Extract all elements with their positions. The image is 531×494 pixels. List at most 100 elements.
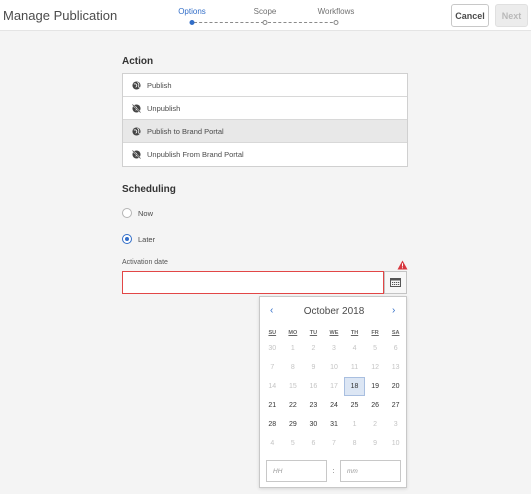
weekday-label: FR bbox=[371, 329, 379, 336]
calendar-day[interactable]: 30 bbox=[303, 415, 324, 434]
calendar-day[interactable]: 21 bbox=[262, 396, 283, 415]
activation-date-label: Activation date bbox=[122, 259, 168, 266]
header-bar: Manage Publication Options Scope Workflo… bbox=[0, 0, 531, 31]
calendar-month-title: October 2018 bbox=[303, 306, 365, 317]
calendar-day: 9 bbox=[311, 364, 316, 371]
calendar-day: 17 bbox=[330, 383, 338, 390]
calendar-day: 9 bbox=[373, 440, 378, 447]
hour-input[interactable]: HH bbox=[266, 460, 327, 482]
calendar-day: 2 bbox=[373, 421, 378, 428]
action-item-label: Unpublish bbox=[147, 103, 181, 113]
calendar-week-row: 14 15 16 17 18 19 20 bbox=[262, 377, 406, 396]
calendar-day: 13 bbox=[391, 364, 400, 371]
action-item-publish[interactable]: Publish bbox=[123, 74, 407, 97]
calendar-day: 4 bbox=[270, 440, 275, 447]
minute-input[interactable]: mm bbox=[340, 460, 401, 482]
globe-off-icon bbox=[132, 103, 141, 113]
time-separator: : bbox=[332, 467, 335, 475]
action-list: Publish Unpublish Publish to Brand Porta… bbox=[122, 73, 408, 167]
calendar-day: 14 bbox=[268, 383, 277, 390]
calendar-day[interactable]: 26 bbox=[365, 396, 386, 415]
calendar-day: 16 bbox=[309, 383, 318, 390]
action-item-unpublish-from-brand-portal[interactable]: Unpublish From Brand Portal bbox=[123, 143, 407, 166]
action-item-label: Publish to Brand Portal bbox=[147, 126, 224, 136]
calendar-day: 4 bbox=[352, 345, 357, 352]
next-month-button[interactable]: › bbox=[392, 305, 395, 316]
calendar-day: 1 bbox=[290, 345, 295, 352]
schedule-now-option[interactable]: Now bbox=[122, 208, 153, 218]
calendar-day[interactable]: 23 bbox=[303, 396, 324, 415]
weekday-header: SU MO TU WE TH FR SA bbox=[262, 326, 406, 339]
calendar-day: 3 bbox=[393, 421, 398, 428]
calendar-week-row: 30 1 2 3 4 5 6 bbox=[262, 339, 406, 358]
page-title: Manage Publication bbox=[3, 8, 118, 23]
calendar-day: 8 bbox=[290, 364, 295, 371]
calendar-day[interactable]: 24 bbox=[324, 396, 345, 415]
calendar-day[interactable]: 18 bbox=[344, 377, 365, 396]
calendar-day: 15 bbox=[288, 383, 297, 390]
globe-icon bbox=[132, 126, 141, 136]
weekday-label: SA bbox=[391, 329, 400, 336]
weekday-label: WE bbox=[329, 329, 339, 336]
calendar-day[interactable]: 20 bbox=[385, 377, 406, 396]
step-workflows-label[interactable]: Workflows bbox=[318, 7, 355, 16]
step-connector bbox=[194, 22, 264, 23]
calendar-day: 3 bbox=[332, 345, 336, 352]
calendar-day: 7 bbox=[332, 440, 336, 447]
weekday-label: MO bbox=[288, 329, 298, 336]
step-scope-label[interactable]: Scope bbox=[254, 7, 277, 16]
calendar-week-row: 7 8 9 10 11 12 13 bbox=[262, 358, 406, 377]
step-options-label[interactable]: Options bbox=[178, 7, 206, 16]
calendar-day: 30 bbox=[268, 345, 277, 352]
scheduling-heading: Scheduling bbox=[122, 184, 176, 195]
wizard-steps: Options Scope Workflows bbox=[178, 5, 358, 25]
step-scope-marker[interactable] bbox=[262, 20, 268, 25]
action-item-unpublish[interactable]: Unpublish bbox=[123, 97, 407, 120]
calendar-day: 12 bbox=[371, 364, 379, 371]
calendar-day: 7 bbox=[270, 364, 275, 371]
calendar-day: 8 bbox=[352, 440, 357, 447]
action-item-label: Unpublish From Brand Portal bbox=[147, 150, 244, 159]
calendar-day[interactable]: 22 bbox=[283, 396, 304, 415]
calendar-button[interactable] bbox=[384, 271, 407, 294]
calendar-day: 10 bbox=[330, 364, 338, 371]
step-workflows-marker[interactable] bbox=[333, 20, 339, 25]
schedule-later-option[interactable]: Later bbox=[122, 234, 155, 244]
calendar-day: 2 bbox=[311, 345, 316, 352]
date-picker-popover: ‹ October 2018 › SU MO TU WE TH FR SA 30 1 2 3 4 5 6… bbox=[259, 296, 407, 488]
time-inputs: HH : mm bbox=[266, 460, 402, 482]
calendar-day[interactable]: 27 bbox=[385, 396, 406, 415]
weekday-label: TU bbox=[309, 329, 318, 336]
step-options-marker[interactable] bbox=[189, 20, 195, 25]
calendar-week-row: 4 5 6 7 8 9 10 bbox=[262, 434, 406, 453]
calendar-day: 11 bbox=[350, 364, 359, 371]
calendar-day[interactable]: 29 bbox=[283, 415, 304, 434]
activation-date-input[interactable] bbox=[122, 271, 384, 294]
action-item-publish-to-brand-portal[interactable]: Publish to Brand Portal bbox=[123, 120, 407, 143]
cancel-button[interactable]: Cancel bbox=[451, 4, 489, 27]
next-button[interactable]: Next bbox=[495, 4, 528, 27]
weekday-label: SU bbox=[268, 329, 277, 336]
calendar-day: 6 bbox=[393, 345, 398, 352]
now-radio-label: Now bbox=[138, 208, 154, 218]
globe-off-icon bbox=[132, 150, 141, 159]
calendar-day[interactable]: 19 bbox=[365, 377, 386, 396]
calendar-day: 5 bbox=[290, 440, 295, 447]
calendar-week-row: 21 22 23 24 25 26 27 bbox=[262, 396, 406, 415]
calendar-day: 5 bbox=[373, 345, 378, 352]
calendar-day[interactable]: 28 bbox=[262, 415, 283, 434]
calendar-day: 6 bbox=[311, 440, 316, 447]
calendar-icon bbox=[390, 274, 401, 292]
calendar-day[interactable]: 25 bbox=[344, 396, 365, 415]
action-heading: Action bbox=[122, 56, 154, 67]
later-radio[interactable] bbox=[122, 234, 132, 244]
calendar-day[interactable]: 31 bbox=[324, 415, 345, 434]
action-item-label: Publish bbox=[147, 80, 172, 90]
calendar-day: 1 bbox=[352, 421, 357, 428]
calendar-day: 10 bbox=[391, 440, 400, 447]
calendar-week-row: 28 29 30 31 1 2 3 bbox=[262, 415, 406, 434]
now-radio[interactable] bbox=[122, 208, 132, 218]
globe-icon bbox=[132, 80, 141, 90]
calendar-grid: SU MO TU WE TH FR SA 30 1 2 3 4 5 6 7 8 9 10 11 12 13 14 15 16… bbox=[262, 326, 406, 453]
weekday-label: TH bbox=[350, 329, 359, 336]
